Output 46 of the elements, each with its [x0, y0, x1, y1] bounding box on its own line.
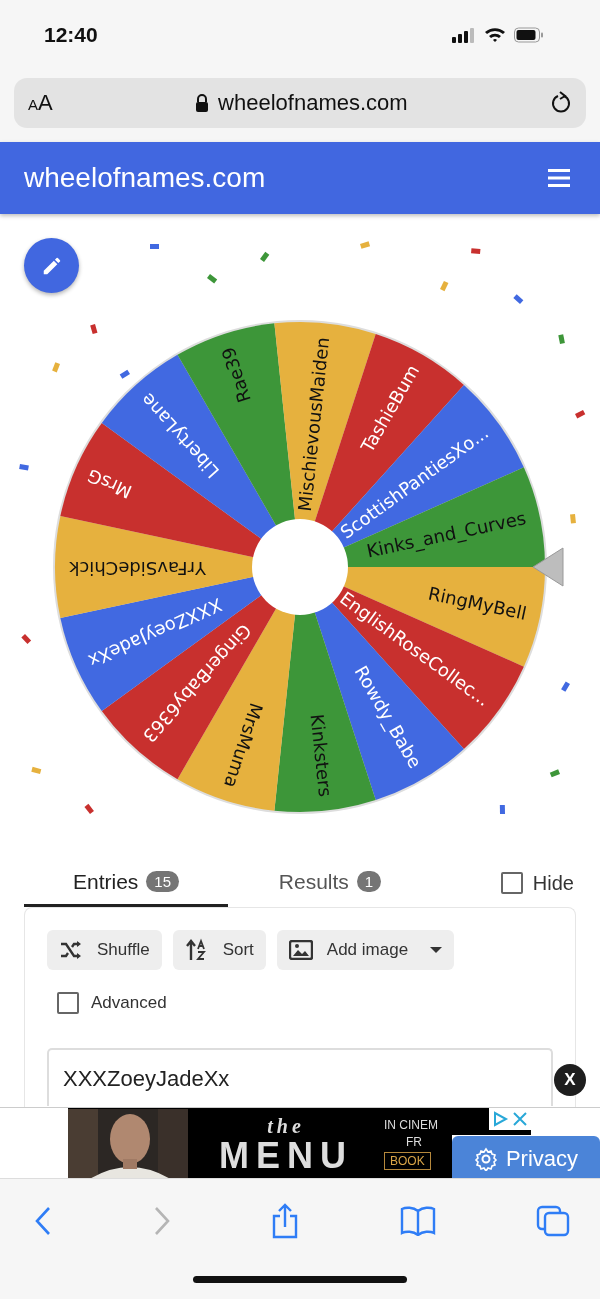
privacy-button[interactable]: Privacy	[452, 1136, 600, 1178]
address-bar[interactable]: AA wheelofnames.com	[14, 78, 586, 128]
count-badge: 1	[356, 871, 382, 892]
ad-tagline: the	[267, 1114, 305, 1138]
action-button[interactable]: Shuffle	[47, 930, 162, 970]
checkbox-label: Advanced	[91, 993, 167, 1013]
tab[interactable]: Results 1	[228, 859, 432, 907]
menu-icon[interactable]	[548, 169, 570, 187]
checkbox-label: Hide	[532, 871, 574, 895]
ad-button[interactable]: BOOK	[384, 1152, 431, 1170]
site-title[interactable]: wheelofnames.com	[24, 162, 266, 194]
ad-title: MENU	[219, 1137, 353, 1174]
clock-time: 12:40	[44, 23, 98, 47]
battery-icon	[514, 27, 544, 43]
ad-banner[interactable]: the MENU IN CINEM FR BOOK	[68, 1108, 452, 1178]
back-icon[interactable]	[34, 1206, 52, 1236]
lock-icon	[195, 94, 210, 112]
signal-icon	[452, 27, 476, 43]
book-icon[interactable]	[399, 1206, 436, 1236]
wifi-icon	[484, 27, 506, 43]
sort-icon	[184, 938, 209, 962]
action-button[interactable]: Sort	[172, 930, 266, 970]
wheel-entry-label: MrsG	[84, 464, 135, 503]
share-icon[interactable]	[271, 1203, 299, 1239]
shuffle-icon	[59, 940, 83, 960]
tab[interactable]: Entries 15	[24, 859, 228, 907]
image-icon	[288, 940, 313, 960]
checkbox[interactable]	[57, 992, 79, 1014]
ad-choices-icon[interactable]	[489, 1108, 531, 1130]
wheel-entry-label: Rae39	[217, 344, 255, 406]
action-button[interactable]: Add image	[276, 930, 455, 970]
close-button[interactable]: X	[554, 1064, 586, 1096]
ad-text: FR	[406, 1135, 422, 1149]
gear-icon	[473, 1146, 498, 1171]
tabs-icon[interactable]	[536, 1205, 570, 1237]
wheel-entry-label: Kinksters	[306, 713, 337, 798]
reload-icon[interactable]	[550, 91, 572, 115]
wheel-entry-label: YrFavSideChick	[69, 558, 206, 579]
pointer-arrow	[532, 547, 564, 587]
caret-icon	[430, 947, 443, 953]
url-text: wheelofnames.com	[218, 90, 408, 116]
count-badge: 15	[146, 871, 179, 892]
checkbox[interactable]	[500, 872, 523, 894]
edit-button[interactable]	[24, 238, 79, 293]
ad-text: IN CINEM	[384, 1118, 438, 1132]
text-size-button[interactable]: AA	[28, 90, 53, 116]
